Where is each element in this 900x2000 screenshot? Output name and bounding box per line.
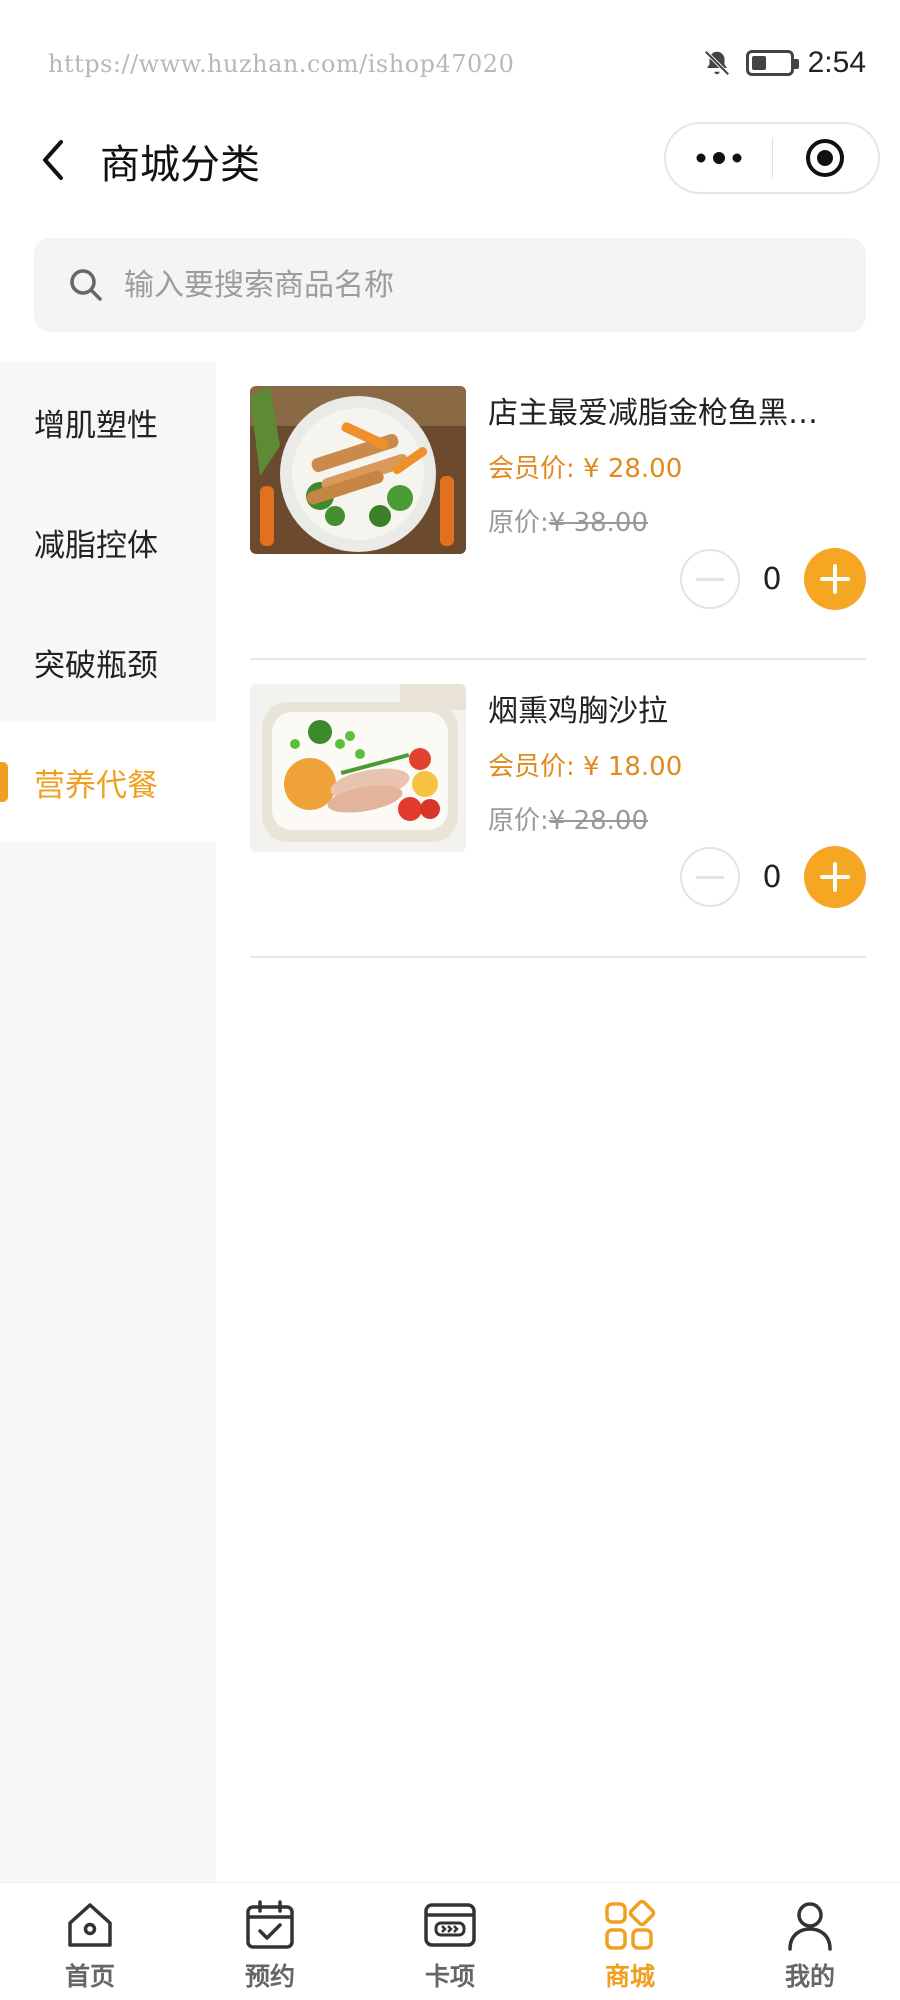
bell-off-icon (704, 50, 730, 76)
original-price-value: ¥ 38.00 (548, 508, 649, 538)
page-title: 商城分类 (100, 142, 260, 188)
sidebar-item-label: 营养代餐 (34, 767, 158, 804)
home-icon (68, 1902, 112, 1947)
sidebar-item-muscle-building[interactable]: 增肌塑性 (0, 362, 216, 482)
decrease-quantity-button[interactable] (680, 549, 740, 609)
card-icon (424, 1902, 476, 1947)
tab-label: 卡项 (424, 1961, 475, 1991)
tab-home[interactable]: 首页 (0, 1883, 180, 2000)
chevron-left-icon (43, 140, 63, 180)
product-card[interactable]: 烟熏鸡胸沙拉 会员价: ¥ 18.00 原价:¥ 28.00 0 (250, 660, 866, 958)
member-price: 会员价: ¥ 28.00 (488, 454, 683, 484)
battery-icon (745, 50, 799, 76)
nav-header: 商城分类 (0, 110, 900, 210)
product-list: 店主最爱减脂金枪鱼黑… 会员价: ¥ 28.00 原价:¥ 38.00 0 烟熏… (216, 362, 900, 1882)
search-input[interactable] (124, 267, 724, 303)
tab-label: 首页 (64, 1961, 115, 1991)
product-name[interactable]: 烟熏鸡胸沙拉 (488, 686, 868, 730)
back-button[interactable] (28, 130, 78, 190)
close-miniprogram-button[interactable] (773, 124, 879, 192)
tab-profile[interactable]: 我的 (720, 1883, 900, 2000)
miniprogram-capsule (664, 122, 880, 194)
sidebar-item-break-plateau[interactable]: 突破瓶颈 (0, 602, 216, 722)
minus-icon (696, 875, 724, 879)
tab-label: 我的 (784, 1961, 835, 1991)
status-time: 2:54 (807, 46, 866, 79)
bottom-tab-bar: 首页 预约 卡项 商城 我的 (0, 1882, 900, 2000)
sidebar-item-meal-replacement[interactable]: 营养代餐 (0, 722, 216, 842)
product-card[interactable]: 店主最爱减脂金枪鱼黑… 会员价: ¥ 28.00 原价:¥ 38.00 0 (250, 362, 866, 660)
tab-label: 商城 (604, 1961, 655, 1991)
more-dots-icon (696, 152, 742, 164)
search-icon (70, 269, 102, 301)
search-bar[interactable] (34, 238, 866, 332)
status-icons: 2:54 (702, 46, 866, 80)
original-price-label: 原价: (488, 508, 549, 538)
original-price-value: ¥ 28.00 (548, 806, 649, 836)
calendar-check-icon (246, 1899, 294, 1949)
original-price: 原价:¥ 28.00 (488, 800, 648, 837)
mall-category-page: https://www.huzhan.com/ishop47020 2:54 商… (0, 0, 900, 2000)
increase-quantity-button[interactable] (804, 548, 866, 610)
sidebar-item-label: 减脂控体 (34, 527, 158, 564)
original-price-label: 原价: (488, 806, 549, 836)
quantity-value: 0 (762, 859, 782, 895)
product-image-tuna-salad[interactable] (250, 386, 466, 554)
original-price: 原价:¥ 38.00 (488, 502, 648, 539)
watermark-url: https://www.huzhan.com/ishop47020 (48, 50, 515, 78)
decrease-quantity-button[interactable] (680, 847, 740, 907)
more-button[interactable] (666, 124, 772, 192)
tab-cards[interactable]: 卡项 (360, 1883, 540, 2000)
user-icon (788, 1901, 832, 1951)
sidebar-item-label: 增肌塑性 (34, 407, 158, 444)
target-icon (806, 139, 845, 177)
quantity-stepper: 0 (680, 548, 866, 610)
tab-mall[interactable]: 商城 (540, 1883, 720, 2000)
quantity-stepper: 0 (680, 846, 866, 908)
tab-label: 预约 (244, 1961, 295, 1991)
tab-booking[interactable]: 预约 (180, 1883, 360, 2000)
product-image-chicken-salad[interactable] (250, 684, 466, 852)
grid-shop-icon (605, 1899, 656, 1950)
quantity-value: 0 (762, 561, 782, 597)
sidebar-item-label: 突破瓶颈 (34, 647, 158, 684)
minus-icon (696, 577, 724, 581)
increase-quantity-button[interactable] (804, 846, 866, 908)
product-name[interactable]: 店主最爱减脂金枪鱼黑… (488, 388, 868, 432)
member-price: 会员价: ¥ 18.00 (488, 752, 683, 782)
sidebar-item-fat-loss[interactable]: 减脂控体 (0, 482, 216, 602)
category-sidebar: 增肌塑性 减脂控体 突破瓶颈 营养代餐 (0, 362, 216, 1882)
